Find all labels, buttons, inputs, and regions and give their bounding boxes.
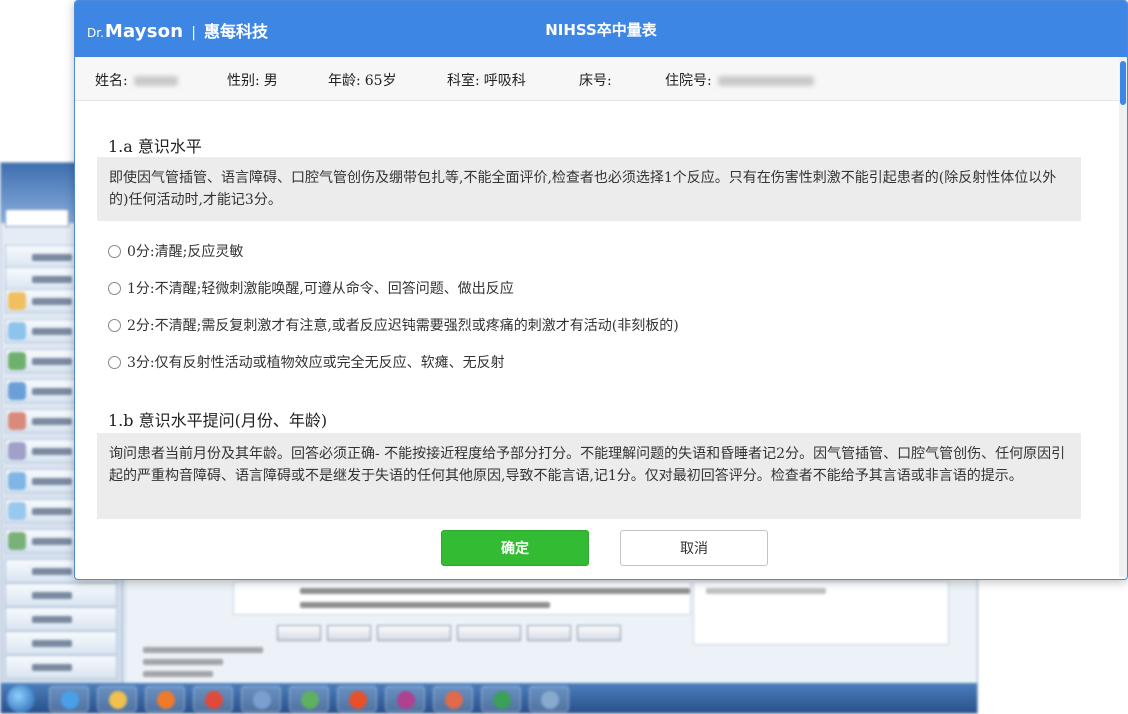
- patient-admission-label: 住院号:: [665, 73, 712, 89]
- patient-gender-label: 性别:: [227, 73, 260, 89]
- radio-button[interactable]: [108, 281, 121, 295]
- background-sidebar-item: [5, 583, 117, 607]
- option-label: 1分:不清醒;轻微刺激能唤醒,可遵从命令、回答问题、做出反应: [127, 281, 514, 297]
- background-taskbar: [1, 683, 977, 713]
- section-title-1a: 1.a 意识水平: [108, 137, 202, 156]
- dialog-scrollbar-track[interactable]: [1119, 57, 1127, 577]
- patient-gender: 性别: 男: [227, 70, 278, 90]
- patient-admission-redacted: [717, 76, 814, 86]
- section-description-1b: 询问患者当前月份及其年龄。回答必须正确- 不能按接近程度给予部分打分。不能理解问…: [97, 433, 1081, 519]
- cancel-button[interactable]: 取消: [620, 530, 768, 566]
- option-1a-score-0[interactable]: 0分:清醒;反应灵敏: [108, 241, 243, 261]
- background-sidebar-item: [5, 631, 117, 655]
- option-label: 3分:仅有反射性活动或植物效应或完全无反应、软瘫、无反射: [127, 355, 505, 371]
- option-1a-score-2[interactable]: 2分:不清醒;需反复刺激才有注意,或者反应迟钝需要强烈或疼痛的刺激才有活动(非刻…: [108, 315, 679, 335]
- option-label: 2分:不清醒;需反复刺激才有注意,或者反应迟钝需要强烈或疼痛的刺激才有活动(非刻…: [127, 318, 679, 334]
- option-label: 0分:清醒;反应灵敏: [127, 244, 244, 260]
- patient-name-redacted: [133, 76, 178, 86]
- dialog-header: Dr. Mayson | 惠每科技 NIHSS卒中量表: [75, 1, 1127, 57]
- patient-department: 科室: 呼吸科: [447, 70, 526, 90]
- patient-dept-label: 科室:: [447, 73, 480, 89]
- patient-info-bar: 姓名: 性别: 男 年龄: 65岁 科室: 呼吸科 床号: 住院号:: [75, 57, 1121, 101]
- background-sidebar-item: [5, 655, 117, 679]
- background-right-panel: [693, 581, 949, 645]
- section-description-1a: 即使因气管插管、语言障碍、口腔气管创伤及绷带包扎等,不能全面评价,检查者也必须选…: [97, 157, 1081, 221]
- patient-age-label: 年龄:: [328, 73, 361, 89]
- background-sidebar-item: [5, 607, 117, 631]
- patient-name: 姓名:: [95, 70, 178, 90]
- patient-dept-value: 呼吸科: [483, 73, 526, 89]
- section-title-1b: 1.b 意识水平提问(月份、年龄): [108, 411, 328, 430]
- nihss-dialog: Dr. Mayson | 惠每科技 NIHSS卒中量表 姓名: 性别: 男 年龄:…: [74, 0, 1128, 580]
- start-orb-icon: [7, 685, 35, 713]
- patient-age: 年龄: 65岁: [328, 70, 397, 90]
- patient-admission-number: 住院号:: [665, 70, 814, 90]
- radio-button[interactable]: [108, 244, 121, 258]
- confirm-button[interactable]: 确定: [441, 530, 589, 566]
- dialog-title: NIHSS卒中量表: [545, 21, 657, 39]
- option-1a-score-3[interactable]: 3分:仅有反射性活动或植物效应或完全无反应、软瘫、无反射: [108, 352, 505, 372]
- patient-bed: 床号:: [579, 70, 612, 90]
- patient-bed-label: 床号:: [579, 73, 612, 89]
- dialog-scrollbar-thumb[interactable]: [1120, 61, 1126, 105]
- option-1a-score-1[interactable]: 1分:不清醒;轻微刺激能唤醒,可遵从命令、回答问题、做出反应: [108, 278, 514, 298]
- radio-button[interactable]: [108, 318, 121, 332]
- radio-button[interactable]: [108, 355, 121, 369]
- patient-name-label: 姓名:: [95, 73, 128, 89]
- patient-age-value: 65岁: [364, 73, 397, 89]
- background-tab: [5, 209, 69, 227]
- patient-gender-value: 男: [263, 73, 278, 89]
- background-text-area: [233, 581, 691, 615]
